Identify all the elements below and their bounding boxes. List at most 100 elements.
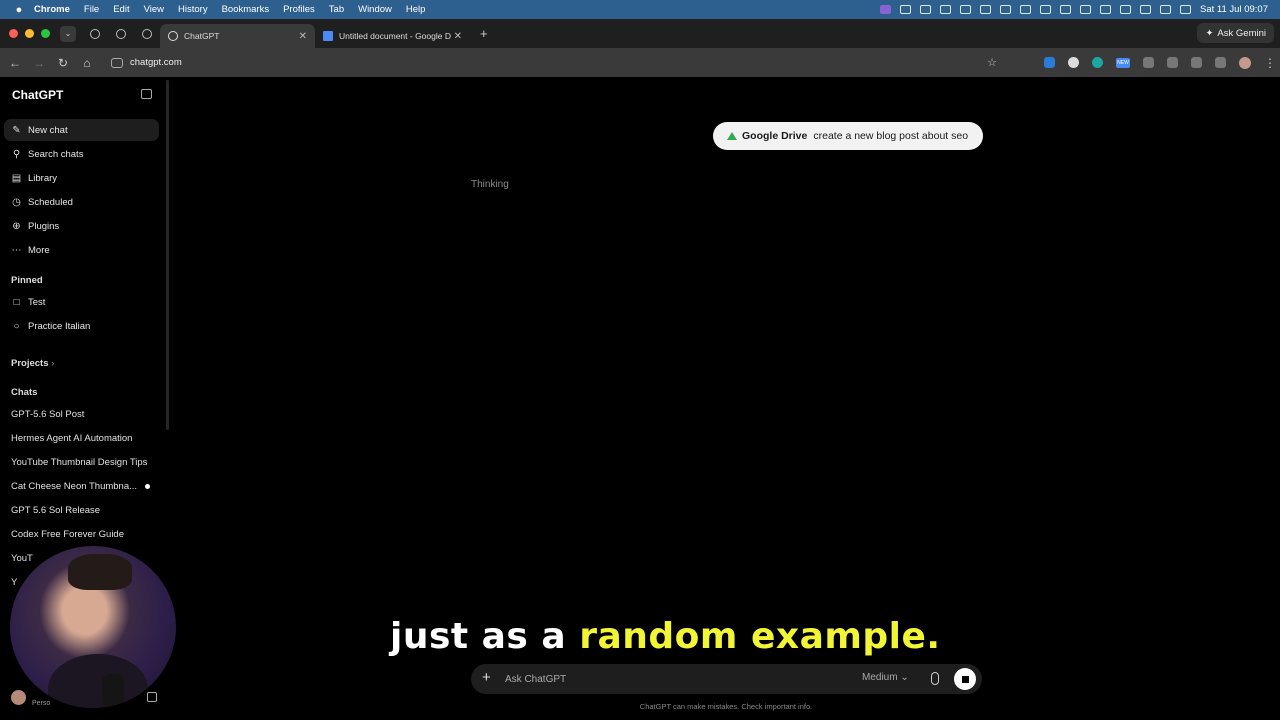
side-panel-icon[interactable] xyxy=(1191,57,1202,68)
folder-icon: □ xyxy=(13,296,20,308)
tab-search-button[interactable]: ⌄ xyxy=(60,25,76,42)
ask-gemini-button[interactable]: ✦ Ask Gemini xyxy=(1197,23,1274,43)
control-center-icon[interactable] xyxy=(1180,5,1192,14)
new-tab-button[interactable]: + xyxy=(480,26,488,41)
compose-icon[interactable] xyxy=(147,692,157,702)
screen-record-icon[interactable] xyxy=(880,5,892,14)
apple-icon[interactable]: ● xyxy=(12,4,26,16)
notes-icon[interactable] xyxy=(920,5,932,14)
more-icon: ⋯ xyxy=(11,244,22,256)
chat-bubble-icon: ○ xyxy=(13,320,20,332)
stop-generating-button[interactable] xyxy=(954,668,976,690)
sidebar-toggle-icon[interactable] xyxy=(141,89,152,99)
download-icon[interactable] xyxy=(1215,57,1226,68)
openai-icon[interactable] xyxy=(900,5,912,14)
dashed-square-icon[interactable] xyxy=(1120,5,1132,14)
gamepad-icon[interactable] xyxy=(940,5,952,14)
chat-item[interactable]: Hermes Agent AI Automation xyxy=(11,433,151,444)
extension-icon[interactable] xyxy=(1092,57,1103,68)
thinking-status[interactable]: Thinking xyxy=(471,179,509,190)
menu-file[interactable]: File xyxy=(84,4,99,15)
tab-chatgpt[interactable]: ChatGPT ✕ xyxy=(160,24,315,48)
pinned-tab-3[interactable] xyxy=(134,23,160,45)
chat-item[interactable]: Codex Free Forever Guide xyxy=(11,529,151,540)
model-label: Medium xyxy=(862,672,898,683)
menu-bookmarks[interactable]: Bookmarks xyxy=(222,4,270,15)
tab-google-doc[interactable]: Untitled document - Google D ✕ xyxy=(315,24,470,48)
sidebar-item-scheduled[interactable]: ◷ Scheduled xyxy=(4,191,159,213)
bookmark-star-icon[interactable]: ☆ xyxy=(987,56,997,69)
unread-dot xyxy=(145,484,150,489)
chat-item[interactable]: GPT 5.6 Sol Release xyxy=(11,505,151,516)
display-icon[interactable] xyxy=(1040,5,1052,14)
microphone-icon[interactable] xyxy=(931,672,939,685)
prompt-input[interactable] xyxy=(505,670,835,688)
projects-header[interactable]: Projects › xyxy=(11,358,54,369)
pinned-tab-2[interactable] xyxy=(108,23,134,45)
wifi-icon[interactable] xyxy=(1160,5,1172,14)
chat-item[interactable]: YouTube Thumbnail Design Tips xyxy=(11,457,151,468)
close-window-button[interactable] xyxy=(9,29,18,38)
menu-window[interactable]: Window xyxy=(358,4,392,15)
menu-profiles[interactable]: Profiles xyxy=(283,4,315,15)
keyboard-icon[interactable] xyxy=(1140,5,1152,14)
sidebar-item-label: New chat xyxy=(28,124,68,136)
forward-button[interactable]: → xyxy=(27,56,51,70)
bluetooth-icon[interactable] xyxy=(1080,5,1092,14)
chat-item[interactable]: GPT-5.6 Sol Post xyxy=(11,409,151,420)
pinned-item-practice-italian[interactable]: ○ Practice Italian xyxy=(4,315,159,337)
pinned-tab-1[interactable] xyxy=(82,23,108,45)
extensions-puzzle-icon[interactable] xyxy=(1167,57,1178,68)
battery-icon[interactable] xyxy=(1000,5,1012,14)
back-button[interactable]: ← xyxy=(3,56,27,70)
chat-item[interactable]: Cat Cheese Neon Thumbna... xyxy=(11,481,151,492)
more-menu-icon[interactable]: ⋮ xyxy=(1264,56,1276,70)
close-tab-icon[interactable]: ✕ xyxy=(299,31,307,42)
menu-app-name[interactable]: Chrome xyxy=(34,4,70,15)
reload-button[interactable]: ↻ xyxy=(51,56,75,70)
caption-plain: just as a xyxy=(390,616,580,657)
minimize-window-button[interactable] xyxy=(25,29,34,38)
menu-tab[interactable]: Tab xyxy=(329,4,344,15)
menu-edit[interactable]: Edit xyxy=(113,4,129,15)
sidebar-item-label: Test xyxy=(28,296,46,308)
sidebar-item-plugins[interactable]: ⊕ Plugins xyxy=(4,215,159,237)
openai-icon xyxy=(116,28,126,39)
sidebar-item-more[interactable]: ⋯ More xyxy=(4,239,159,261)
sidebar-title[interactable]: ChatGPT xyxy=(12,88,63,102)
tablet-icon[interactable] xyxy=(960,5,972,14)
extension-icon[interactable] xyxy=(1143,57,1154,68)
model-selector[interactable]: Medium ⌄ xyxy=(862,672,909,683)
sidebar-item-label: Practice Italian xyxy=(28,320,91,332)
site-info-icon[interactable] xyxy=(111,57,123,68)
profile-avatar[interactable] xyxy=(1239,56,1251,69)
home-button[interactable]: ⌂ xyxy=(75,56,99,70)
menubar-clock[interactable]: Sat 11 Jul 09:07 xyxy=(1200,4,1268,15)
search-chats-button[interactable]: ⚲ Search chats xyxy=(4,143,159,165)
chevron-right-icon: › xyxy=(51,358,55,369)
openai-icon xyxy=(168,31,178,41)
menu-help[interactable]: Help xyxy=(406,4,426,15)
caption-highlight: random example. xyxy=(579,616,941,657)
ask-gemini-label: Ask Gemini xyxy=(1217,27,1266,39)
zoom-window-button[interactable] xyxy=(41,29,50,38)
pinned-item-test[interactable]: □ Test xyxy=(4,291,159,313)
menu-history[interactable]: History xyxy=(178,4,208,15)
chat-composer: + Medium ⌄ xyxy=(471,664,982,694)
menu-view[interactable]: View xyxy=(144,4,164,15)
close-tab-icon[interactable]: ✕ xyxy=(454,31,462,42)
pinned-header: Pinned xyxy=(11,275,43,286)
new-chat-button[interactable]: ✎ New chat xyxy=(4,119,159,141)
sidebar-scrollbar[interactable] xyxy=(166,80,169,430)
extension-icon[interactable] xyxy=(1068,57,1079,68)
extension-icon[interactable] xyxy=(1044,57,1055,68)
sparkle-icon[interactable] xyxy=(1060,5,1072,14)
link-icon[interactable] xyxy=(1020,5,1032,14)
add-attachment-icon[interactable]: + xyxy=(482,669,491,686)
address-bar[interactable]: chatgpt.com xyxy=(111,52,182,74)
video-caption: just as a random example. xyxy=(390,616,941,657)
brightness-icon[interactable] xyxy=(1100,5,1112,14)
new-extension-badge[interactable]: NEW xyxy=(1116,57,1130,68)
sidebar-item-library[interactable]: ▤ Library xyxy=(4,167,159,189)
grid-icon[interactable] xyxy=(980,5,992,14)
